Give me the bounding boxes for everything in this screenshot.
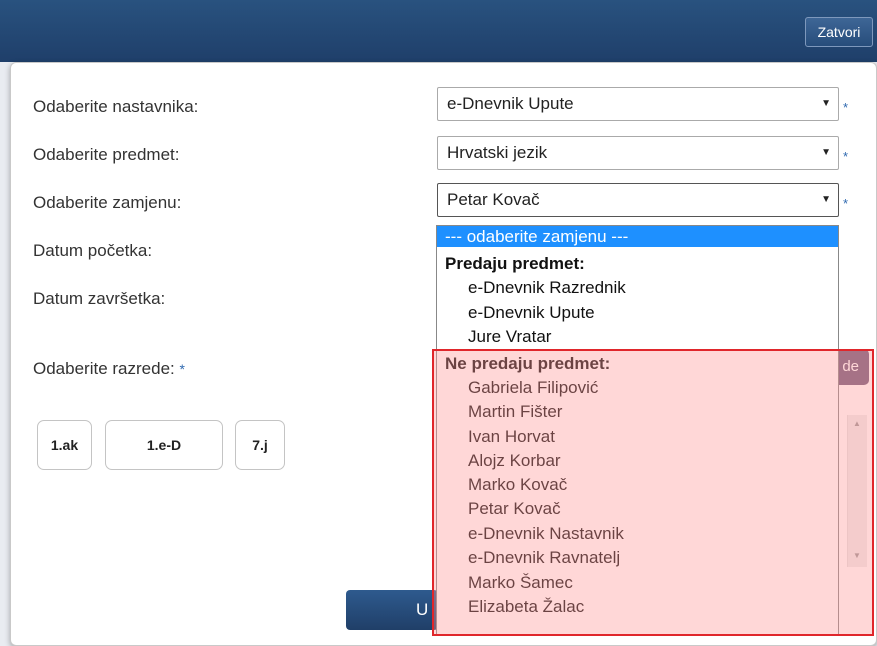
dropdown-option[interactable]: e-Dnevnik Upute [437, 302, 838, 323]
chevron-down-icon: ▼ [821, 147, 831, 158]
teacher-label: Odaberite nastavnika: [33, 97, 199, 116]
highlight-annotation [432, 349, 874, 636]
substitute-select-value: Petar Kovač [447, 190, 540, 209]
chevron-down-icon: ▼ [821, 98, 831, 109]
subject-select-value: Hrvatski jezik [447, 143, 548, 162]
required-star: * [843, 100, 849, 115]
class-button[interactable]: 1.e-D [105, 420, 223, 470]
substitute-label: Odaberite zamjenu: [33, 193, 182, 212]
required-star: * [179, 361, 185, 377]
teacher-select[interactable]: e-Dnevnik Upute ▼ [437, 87, 839, 121]
classes-label-text: Odaberite razrede: [33, 359, 175, 378]
teacher-select-value: e-Dnevnik Upute [447, 94, 574, 113]
dropdown-option[interactable]: Jure Vratar [437, 326, 838, 347]
subject-select[interactable]: Hrvatski jezik ▼ [437, 136, 839, 170]
modal-header: Zatvori [0, 0, 877, 62]
dropdown-option[interactable]: e-Dnevnik Razrednik [437, 277, 838, 298]
dropdown-option-placeholder[interactable]: --- odaberite zamjenu --- [437, 226, 838, 247]
subject-label: Odaberite predmet: [33, 145, 180, 164]
classes-label: Odaberite razrede: * [33, 359, 185, 379]
class-button[interactable]: 1.ak [37, 420, 92, 470]
chevron-down-icon: ▼ [821, 194, 831, 205]
submit-button[interactable]: U [346, 590, 438, 630]
required-star: * [843, 196, 849, 211]
substitute-select[interactable]: Petar Kovač ▼ [437, 183, 839, 217]
required-star: * [843, 149, 849, 164]
class-button[interactable]: 7.j [235, 420, 285, 470]
end-date-label: Datum završetka: [33, 289, 166, 308]
start-date-label: Datum početka: [33, 241, 153, 260]
close-button[interactable]: Zatvori [805, 17, 873, 47]
dropdown-group-teaching: Predaju predmet: [445, 254, 585, 273]
